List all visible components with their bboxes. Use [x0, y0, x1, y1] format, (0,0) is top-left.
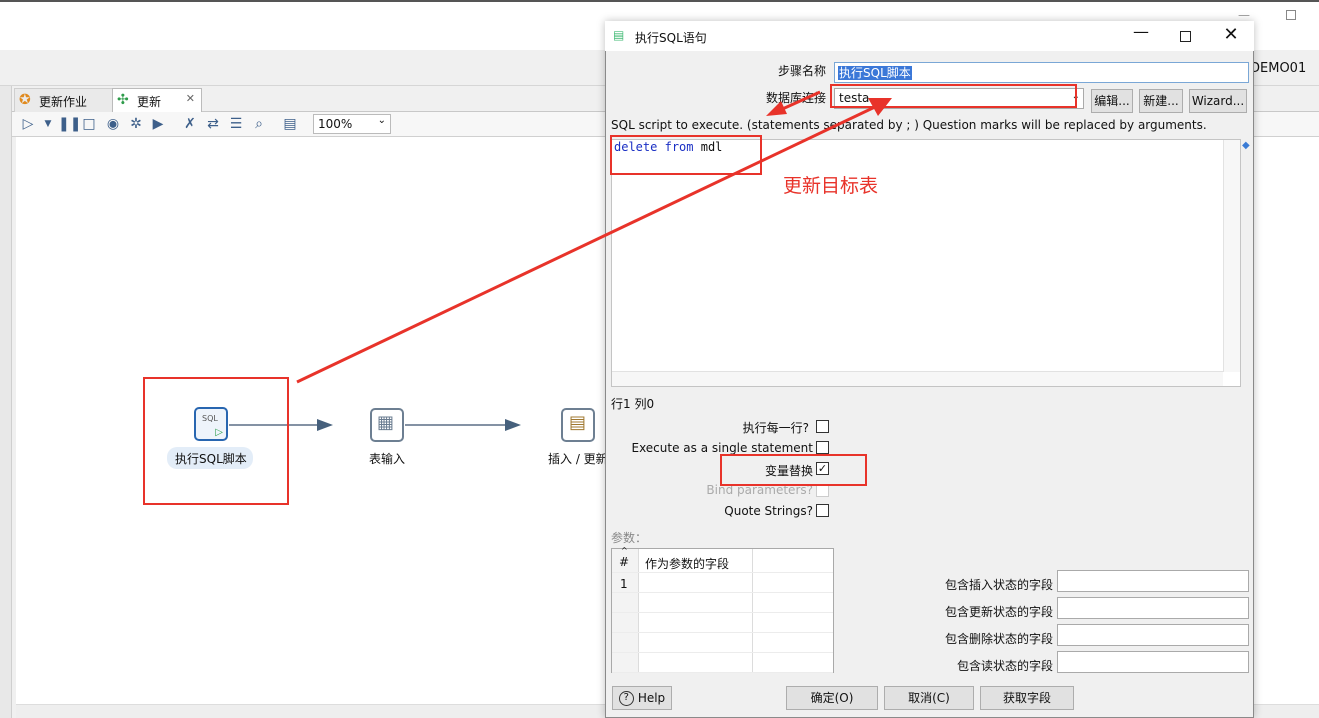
- sql-hint: SQL script to execute. (statements separ…: [611, 118, 1207, 132]
- execute-each-row-checkbox[interactable]: [816, 420, 829, 433]
- step-name-input[interactable]: 执行SQL脚本: [834, 62, 1249, 83]
- table-header-row: ^ # 作为参数的字段: [612, 546, 833, 573]
- help-button[interactable]: ? Help: [612, 686, 672, 710]
- annotation-box-sql-code: [610, 135, 762, 175]
- insert-status-field-input[interactable]: [1057, 570, 1249, 592]
- parameters-label: 参数：: [611, 531, 648, 545]
- dialog-title: 执行SQL语句: [635, 31, 707, 45]
- insert-update-icon: ▤: [569, 412, 587, 433]
- column-header: 作为参数的字段: [645, 557, 730, 571]
- sort-icon: ^: [621, 546, 628, 555]
- delete-status-field-label: 包含删除状态的字段: [944, 632, 1053, 646]
- step-insert-update[interactable]: ▤: [561, 408, 595, 442]
- db-connection-label: 数据库连接: [766, 91, 827, 105]
- cursor-position: 行1 列0: [611, 397, 655, 411]
- read-status-field-label: 包含读状态的字段: [956, 659, 1053, 673]
- sql-editor[interactable]: [611, 139, 1241, 387]
- annotation-box-sql-step: [143, 377, 289, 505]
- sql-horizontal-scrollbar[interactable]: [612, 371, 1223, 386]
- close-icon[interactable]: ✕: [1218, 24, 1244, 45]
- option-label: Quote Strings?: [724, 504, 813, 518]
- maximize-icon[interactable]: [1180, 31, 1191, 42]
- annotation-box-connection: [830, 84, 1077, 108]
- table-input-icon: ▦: [377, 412, 395, 433]
- hop-arrow-icon: [505, 419, 521, 431]
- update-status-field-input[interactable]: [1057, 597, 1249, 619]
- step-label: 表输入: [369, 452, 406, 466]
- read-status-field-input[interactable]: [1057, 651, 1249, 673]
- row-number: 1: [620, 577, 628, 591]
- update-status-field-label: 包含更新状态的字段: [944, 605, 1053, 619]
- column-header: #: [619, 555, 630, 569]
- get-fields-button[interactable]: 获取字段: [980, 686, 1074, 710]
- help-label: Help: [637, 691, 666, 705]
- step-label: 插入 / 更新: [548, 452, 608, 466]
- quote-strings-checkbox[interactable]: [816, 504, 829, 517]
- sql-script-icon: ▤: [613, 28, 625, 42]
- table-row[interactable]: [612, 634, 833, 653]
- help-icon: ?: [618, 691, 634, 706]
- hop-arrow-icon: [317, 419, 333, 431]
- step-name-label: 步骤名称: [778, 64, 827, 78]
- step-name-value: 执行SQL脚本: [838, 66, 912, 80]
- parameters-table[interactable]: ^ # 作为参数的字段 1: [611, 546, 834, 673]
- minimize-icon[interactable]: —: [1128, 22, 1154, 41]
- single-statement-checkbox[interactable]: [816, 441, 829, 454]
- insert-status-field-label: 包含插入状态的字段: [944, 578, 1053, 592]
- annotation-text: 更新目标表: [783, 175, 879, 197]
- wizard-button[interactable]: Wizard...: [1189, 89, 1247, 113]
- table-row[interactable]: [612, 594, 833, 613]
- option-label: Execute as a single statement: [631, 441, 813, 455]
- cancel-button[interactable]: 取消(C): [884, 686, 974, 710]
- table-row[interactable]: [612, 614, 833, 633]
- ok-button[interactable]: 确定(O): [786, 686, 878, 710]
- sql-vertical-scrollbar[interactable]: [1223, 140, 1240, 372]
- new-connection-button[interactable]: 新建...: [1139, 89, 1183, 113]
- edit-connection-button[interactable]: 编辑...: [1091, 89, 1133, 113]
- table-row[interactable]: 1: [612, 574, 833, 593]
- table-row[interactable]: [612, 654, 833, 673]
- step-table-input[interactable]: ▦: [370, 408, 404, 442]
- option-label: 执行每一行?: [742, 421, 809, 435]
- annotation-box-variable-substitution: [720, 454, 867, 486]
- delete-status-field-input[interactable]: [1057, 624, 1249, 646]
- variable-hint-icon[interactable]: ◆: [1242, 140, 1252, 151]
